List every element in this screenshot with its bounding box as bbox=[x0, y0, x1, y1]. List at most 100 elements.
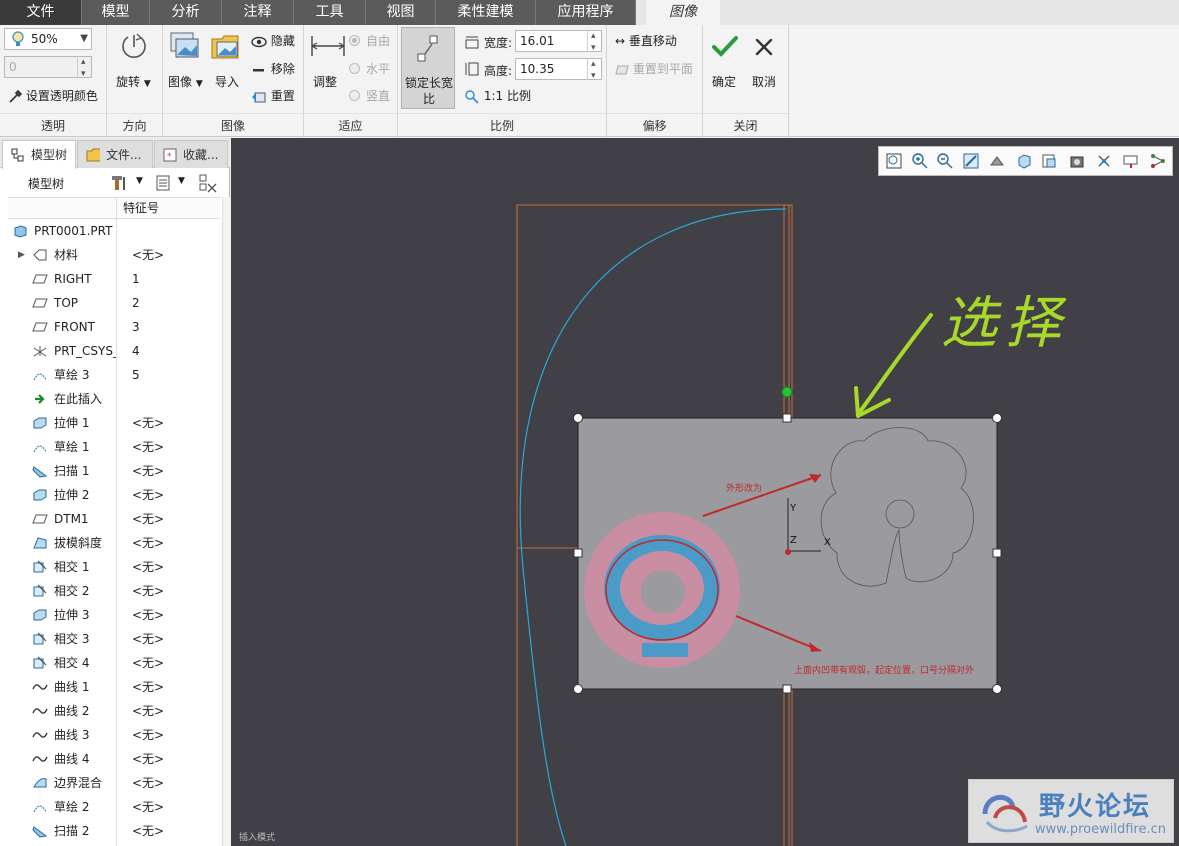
refit-icon[interactable] bbox=[886, 153, 902, 169]
remove-button[interactable]: 移除 bbox=[251, 60, 295, 77]
tree-item[interactable]: 相交 3 <无> bbox=[0, 627, 222, 651]
chevron-down-icon[interactable]: ▼ bbox=[136, 176, 143, 186]
tab-favorites[interactable]: * 收藏... bbox=[154, 140, 228, 168]
reset-to-plane-button[interactable]: 重置到平面 bbox=[615, 60, 693, 77]
view-manager-icon[interactable] bbox=[1041, 153, 1057, 169]
tree-item[interactable]: TOP 2 bbox=[0, 291, 222, 315]
rotate-handle[interactable] bbox=[781, 386, 793, 398]
tree-item[interactable]: 拔模斜度 <无> bbox=[0, 531, 222, 555]
feature-id-column-header[interactable]: 特征号 bbox=[116, 198, 159, 219]
traced-image[interactable] bbox=[573, 386, 1002, 694]
height-input[interactable]: 10.35 bbox=[515, 54, 602, 86]
tab-analysis[interactable]: 分析 bbox=[150, 0, 222, 25]
resize-handle-left[interactable] bbox=[573, 548, 583, 558]
tree-item[interactable]: 草绘 2 <无> bbox=[0, 795, 222, 819]
tab-folder-browser[interactable]: 文件... bbox=[77, 140, 153, 168]
annotation-display-icon[interactable] bbox=[1123, 153, 1139, 169]
tools-icon[interactable] bbox=[110, 174, 128, 192]
width-spin-control[interactable] bbox=[587, 26, 601, 58]
transparency-value-field[interactable]: 0 bbox=[4, 52, 92, 84]
tree-item[interactable]: 拉伸 1 <无> bbox=[0, 411, 222, 435]
tree-item-id: 2 bbox=[132, 296, 140, 310]
tree-item[interactable]: 拉伸 3 <无> bbox=[0, 603, 222, 627]
tree-item[interactable]: 曲线 4 <无> bbox=[0, 747, 222, 771]
tab-tools[interactable]: 工具 bbox=[294, 0, 366, 25]
lock-aspect-ratio-button[interactable]: 锁定长宽 比 bbox=[401, 27, 455, 109]
model-canvas[interactable] bbox=[231, 138, 1179, 846]
adjust-button[interactable]: 调整 bbox=[313, 73, 337, 90]
image-dropdown-button[interactable]: 图像 ▼ bbox=[168, 73, 203, 90]
tab-view[interactable]: 视图 bbox=[366, 0, 436, 25]
radio-vertical[interactable] bbox=[349, 90, 360, 101]
tree-item[interactable]: 曲线 1 <无> bbox=[0, 675, 222, 699]
display-style-icon[interactable] bbox=[989, 153, 1005, 169]
close-icon[interactable] bbox=[754, 37, 774, 57]
tab-applications[interactable]: 应用程序 bbox=[536, 0, 636, 25]
saved-orientations-icon[interactable] bbox=[1016, 153, 1032, 169]
resize-handle-bottom-left[interactable] bbox=[573, 684, 583, 694]
tree-item[interactable]: 草绘 3 5 bbox=[0, 363, 222, 387]
repaint-icon[interactable] bbox=[963, 153, 979, 169]
resize-handle-top[interactable] bbox=[782, 413, 792, 423]
height-spin-control[interactable] bbox=[587, 54, 601, 86]
tree-item[interactable]: FRONT 3 bbox=[0, 315, 222, 339]
radio-free[interactable] bbox=[349, 35, 360, 46]
hide-button[interactable]: 隐藏 bbox=[251, 32, 295, 49]
resize-handle-bottom-right[interactable] bbox=[992, 684, 1002, 694]
tab-model-tree[interactable]: 模型树 bbox=[2, 140, 76, 169]
ok-button[interactable]: 确定 bbox=[712, 73, 736, 90]
tab-annotate[interactable]: 注释 bbox=[222, 0, 294, 25]
tree-item[interactable]: RIGHT 1 bbox=[0, 267, 222, 291]
expand-arrow-icon[interactable]: ▶ bbox=[18, 243, 25, 267]
one-to-one-scale-button[interactable]: 1:1 比例 bbox=[464, 87, 531, 105]
chevron-down-icon: ▼ bbox=[80, 33, 88, 44]
zoom-in-icon[interactable] bbox=[912, 153, 928, 169]
tab-image[interactable]: 图像 bbox=[646, 0, 720, 25]
tree-item[interactable]: 曲线 3 <无> bbox=[0, 723, 222, 747]
rotate-dropdown-button[interactable]: 旋转 ▼ bbox=[116, 73, 151, 90]
tree-item[interactable]: PRT_CSYS_ 4 bbox=[0, 339, 222, 363]
tab-flexible-modeling[interactable]: 柔性建模 bbox=[436, 0, 536, 25]
tree-item[interactable]: 相交 1 <无> bbox=[0, 555, 222, 579]
chevron-down-icon[interactable]: ▼ bbox=[178, 176, 185, 186]
import-button[interactable]: 导入 bbox=[215, 73, 239, 90]
tab-model[interactable]: 模型 bbox=[82, 0, 150, 25]
tree-scrollbar[interactable] bbox=[222, 197, 230, 846]
tree-item[interactable]: 曲线 2 <无> bbox=[0, 699, 222, 723]
tab-file[interactable]: 文件 bbox=[0, 0, 82, 25]
tree-item[interactable]: 相交 4 <无> bbox=[0, 651, 222, 675]
spin-control[interactable] bbox=[77, 52, 91, 84]
tree-filter-icon[interactable] bbox=[198, 173, 218, 193]
resize-handle-top-left[interactable] bbox=[573, 413, 583, 423]
datum-plane-icon bbox=[32, 514, 48, 524]
vertical-move-button[interactable]: ↔ 垂直移动 bbox=[615, 32, 677, 49]
tree-item[interactable]: ▶ 材料 <无> bbox=[0, 243, 222, 267]
tree-item[interactable]: 扫描 2 <无> bbox=[0, 819, 222, 843]
spin-center-icon[interactable] bbox=[1150, 153, 1166, 169]
list-settings-icon[interactable] bbox=[155, 174, 171, 192]
tree-item[interactable]: 扫描 1 <无> bbox=[0, 459, 222, 483]
zoom-out-icon[interactable] bbox=[937, 153, 953, 169]
resize-handle-bottom[interactable] bbox=[782, 684, 792, 694]
graphics-viewport[interactable]: 选择 外形改为 上面内凹带有观弧，起定位置，口号分隔对外 Y Z X 插入模式 … bbox=[231, 138, 1179, 846]
transparency-percent-dropdown[interactable]: 50% ▼ bbox=[4, 28, 92, 50]
tree-item[interactable]: DTM1 <无> bbox=[0, 507, 222, 531]
tree-item-id: <无> bbox=[132, 464, 165, 478]
reset-image-button[interactable]: 重置 bbox=[251, 87, 295, 104]
resize-handle-top-right[interactable] bbox=[992, 413, 1002, 423]
width-input[interactable]: 16.01 bbox=[515, 26, 602, 58]
perspective-icon[interactable] bbox=[1069, 153, 1085, 169]
datum-display-icon[interactable] bbox=[1096, 153, 1112, 169]
radio-horizontal[interactable] bbox=[349, 63, 360, 74]
tree-item[interactable]: 草绘 1 <无> bbox=[0, 435, 222, 459]
tree-item[interactable]: 拉伸 2 <无> bbox=[0, 483, 222, 507]
tree-item[interactable]: 相交 2 <无> bbox=[0, 579, 222, 603]
tree-item-insert-here[interactable]: 在此插入 bbox=[0, 387, 222, 411]
tree-item[interactable]: 边界混合 <无> bbox=[0, 771, 222, 795]
transparency-percent-value: 50% bbox=[31, 32, 58, 46]
cancel-button[interactable]: 取消 bbox=[752, 73, 776, 90]
set-transparent-color-button[interactable]: 设置透明颜色 bbox=[8, 87, 98, 104]
resize-handle-right[interactable] bbox=[992, 548, 1002, 558]
checkmark-icon[interactable] bbox=[711, 35, 739, 59]
tree-item-root[interactable]: PRT0001.PRT bbox=[0, 219, 222, 243]
